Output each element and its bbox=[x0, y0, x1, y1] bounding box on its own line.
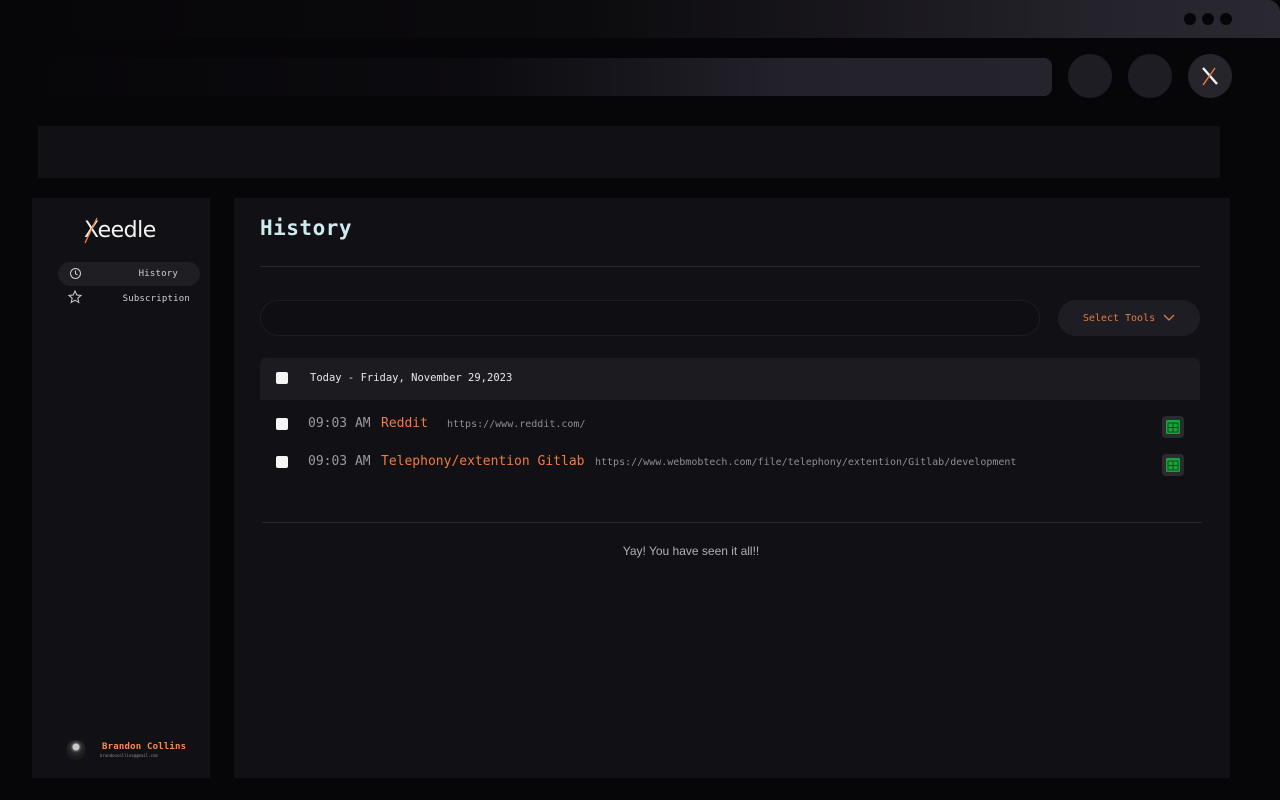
row-checkbox[interactable] bbox=[276, 418, 288, 430]
row-checkbox[interactable] bbox=[276, 456, 288, 468]
sidebar-item-label: History bbox=[138, 269, 178, 279]
divider bbox=[262, 522, 1202, 523]
google-sheets-icon bbox=[1166, 458, 1180, 472]
chevron-down-icon bbox=[1163, 314, 1175, 321]
star-icon bbox=[68, 290, 82, 304]
entry-time: 09:03 AM bbox=[308, 416, 371, 431]
toolbar-circle-button[interactable] bbox=[1068, 54, 1112, 98]
window-dot-icon[interactable] bbox=[1220, 13, 1232, 25]
group-date-title: Today - Friday, November 29,2023 bbox=[310, 372, 513, 384]
clock-icon bbox=[70, 268, 81, 279]
logo-slash-icon bbox=[84, 217, 98, 244]
entry-url[interactable]: https://www.webmobtech.com/file/telephon… bbox=[595, 457, 1016, 468]
xeedle-logo[interactable]: Xeedle bbox=[84, 214, 164, 246]
entry-url[interactable]: https://www.reddit.com/ bbox=[447, 419, 585, 430]
page-title: History bbox=[260, 216, 353, 240]
main-panel bbox=[234, 198, 1230, 778]
google-sheets-icon bbox=[1166, 420, 1180, 434]
window-titlebar bbox=[0, 0, 1280, 38]
user-name: Brandon Collins bbox=[102, 742, 187, 752]
select-tools-label: Select Tools bbox=[1082, 312, 1156, 324]
divider bbox=[260, 266, 1200, 267]
entry-badge[interactable] bbox=[1162, 454, 1184, 476]
search-input[interactable] bbox=[260, 300, 1040, 336]
xeedle-x-icon bbox=[1202, 67, 1218, 86]
sidebar-item-subscription[interactable]: Subscription bbox=[58, 287, 200, 311]
xeedle-extension-button[interactable] bbox=[1188, 54, 1232, 98]
end-of-list-message: Yay! You have seen it all!! bbox=[622, 544, 760, 558]
select-tools-dropdown[interactable]: Select Tools bbox=[1058, 300, 1200, 336]
window-dot-icon[interactable] bbox=[1184, 13, 1196, 25]
entry-title-link[interactable]: Telephony/extention Gitlab bbox=[381, 454, 585, 469]
address-bar[interactable] bbox=[0, 58, 1052, 96]
entry-time: 09:03 AM bbox=[308, 454, 371, 469]
user-avatar[interactable] bbox=[66, 740, 86, 760]
top-banner bbox=[38, 126, 1220, 178]
toolbar-circle-button[interactable] bbox=[1128, 54, 1172, 98]
entry-badge[interactable] bbox=[1162, 416, 1184, 438]
window-dot-icon[interactable] bbox=[1202, 13, 1214, 25]
sidebar-item-history[interactable]: History bbox=[58, 262, 200, 286]
user-email: brandoncollins@gmail.com bbox=[100, 753, 158, 758]
entry-title-link[interactable]: Reddit bbox=[381, 416, 428, 431]
group-select-checkbox[interactable] bbox=[276, 372, 288, 384]
sidebar-item-label: Subscription bbox=[122, 294, 190, 304]
